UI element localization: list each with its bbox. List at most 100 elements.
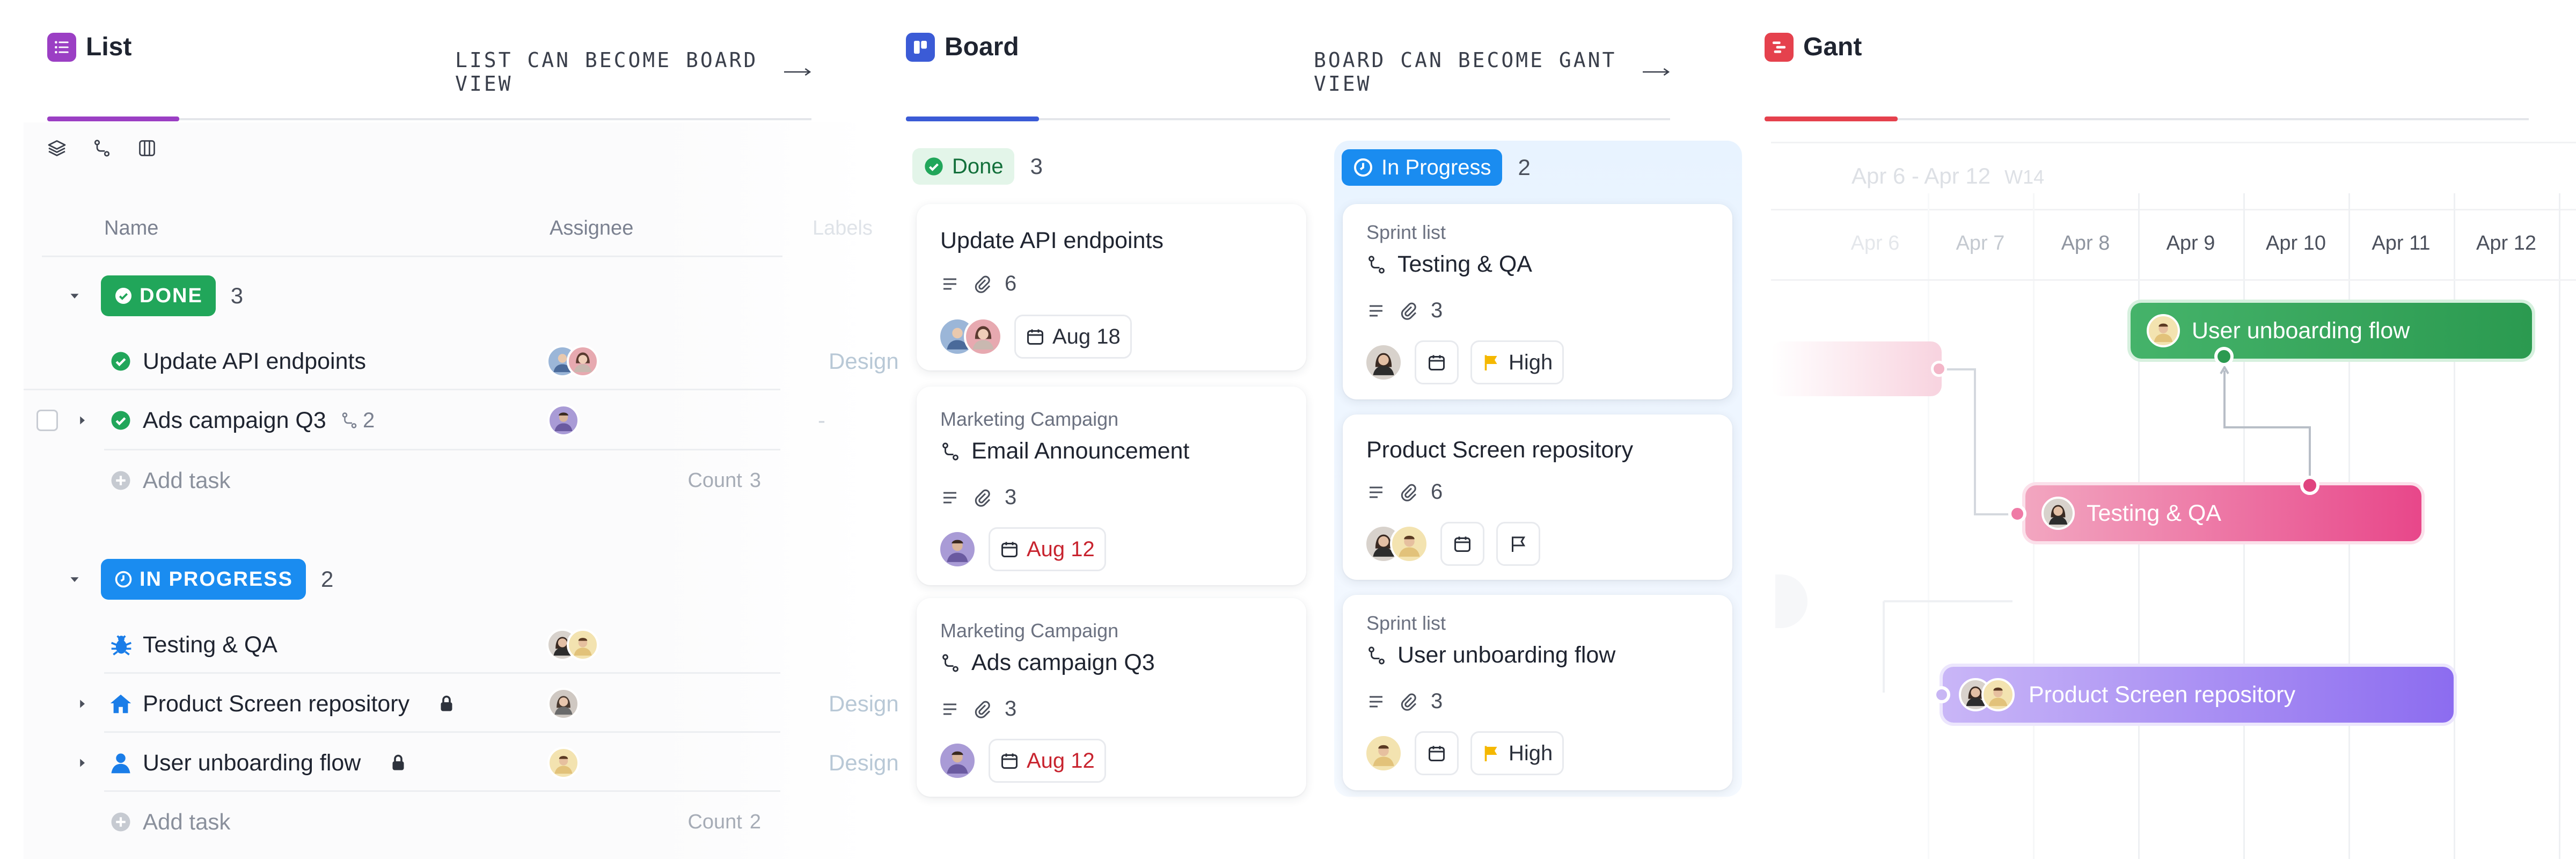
group-header-in-progress[interactable]: IN PROGRESS 2 — [67, 550, 333, 609]
table-row[interactable]: Ads campaign Q3 2 - — [24, 391, 872, 450]
column-header-assignee[interactable]: Assignee — [550, 217, 633, 240]
row-checkbox[interactable] — [36, 410, 58, 431]
due-date-pill[interactable]: Aug 12 — [989, 527, 1106, 571]
card-title[interactable]: Email Announcement — [940, 438, 1189, 464]
task-name[interactable]: Testing & QA — [143, 632, 277, 658]
due-date-pill[interactable]: Aug 12 — [989, 739, 1106, 783]
priority-pill[interactable]: High — [1470, 731, 1564, 775]
task-name[interactable]: Update API endpoints — [143, 348, 366, 375]
board-card[interactable]: Marketing Campaign Email Announcement 3 … — [917, 387, 1306, 585]
card-title[interactable]: User unboarding flow — [1366, 642, 1615, 668]
gantt-bar-label: Product Screen repository — [2029, 681, 2296, 708]
task-name[interactable]: Product Screen repository — [143, 691, 409, 717]
chevron-right-icon[interactable] — [74, 412, 90, 428]
dependency-dot[interactable] — [2214, 347, 2234, 366]
card-title[interactable]: Testing & QA — [1366, 251, 1532, 278]
priority-button[interactable] — [1496, 522, 1540, 566]
check-circle-icon — [925, 157, 943, 176]
task-label: Design — [829, 750, 899, 775]
status-badge-done[interactable]: Done — [912, 148, 1014, 185]
assignee-avatars[interactable] — [546, 345, 599, 377]
status-badge-in-progress[interactable]: In Progress — [1342, 149, 1502, 186]
add-task-row[interactable]: Add task Count 3 — [24, 451, 780, 510]
layers-icon[interactable] — [47, 139, 67, 158]
board-card[interactable]: Sprint list User unboarding flow 3 High — [1343, 595, 1732, 790]
subtask-count[interactable]: 2 — [340, 409, 375, 433]
date-button[interactable] — [1440, 522, 1484, 566]
list-panel: Name Assignee Labels DONE 3 Update API e… — [24, 122, 899, 859]
card-footer: Aug 12 — [938, 739, 1106, 783]
date-button[interactable] — [1415, 731, 1459, 775]
columns-icon[interactable] — [137, 139, 157, 158]
row-divider — [104, 731, 780, 733]
status-badge-done[interactable]: DONE — [101, 275, 216, 316]
card-title[interactable]: Update API endpoints — [940, 228, 1163, 254]
due-date-pill[interactable]: Aug 18 — [1014, 315, 1132, 359]
assignee-avatars[interactable] — [1364, 525, 1429, 563]
chevron-down-icon[interactable] — [67, 571, 83, 587]
board-card[interactable]: Product Screen repository 6 — [1343, 414, 1732, 580]
gantt-bar[interactable]: User unboarding flow — [2131, 303, 2532, 359]
gantt-bar[interactable]: Testing & QA — [2025, 485, 2421, 541]
column-header-name[interactable]: Name — [104, 217, 158, 240]
attachment-count: 3 — [1431, 689, 1443, 713]
chevron-right-icon[interactable] — [74, 696, 90, 712]
task-name[interactable]: User unboarding flow — [143, 750, 361, 776]
gantt-bar[interactable]: Product Screen repository — [1943, 667, 2454, 723]
priority-pill[interactable]: High — [1470, 340, 1564, 384]
group-header-done[interactable]: DONE 3 — [67, 266, 243, 325]
gant-header: Gant — [1765, 32, 2529, 121]
dependency-dot[interactable] — [2008, 505, 2026, 523]
add-task-label[interactable]: Add task — [143, 468, 230, 493]
card-title[interactable]: Product Screen repository — [1366, 437, 1633, 463]
dependency-dot[interactable] — [2300, 476, 2319, 495]
add-task-label[interactable]: Add task — [143, 809, 230, 835]
priority-label: High — [1509, 741, 1553, 765]
column-header-labels[interactable]: Labels — [813, 217, 873, 240]
table-row[interactable]: User unboarding flow Design — [24, 733, 899, 792]
board-card[interactable]: Sprint list Testing & QA 3 High — [1343, 204, 1732, 399]
attachment-icon — [975, 489, 991, 507]
avatar[interactable] — [547, 688, 580, 720]
assignee-avatars[interactable] — [546, 629, 599, 661]
subtask-icon[interactable] — [92, 139, 112, 158]
attachment-icon — [975, 275, 991, 293]
table-row[interactable]: Update API endpoints Design — [24, 332, 899, 391]
table-row[interactable]: Testing & QA — [24, 615, 872, 674]
avatar[interactable] — [1364, 734, 1403, 773]
avatar[interactable] — [938, 530, 977, 569]
chevron-down-icon[interactable] — [67, 288, 83, 304]
list-hint-text: LIST CAN BECOME BOARD VIEW — [455, 48, 758, 96]
gantt-day-label: Apr 10 — [2266, 232, 2326, 254]
list-header: List LIST CAN BECOME BOARD VIEW — [47, 32, 811, 121]
card-title[interactable]: Ads campaign Q3 — [940, 650, 1155, 676]
table-row[interactable]: Product Screen repository Design — [24, 674, 899, 733]
board-title[interactable]: Board — [906, 32, 1019, 62]
attachment-icon — [1401, 302, 1417, 320]
card-meta: 3 — [1366, 299, 1443, 323]
assignee-avatars[interactable] — [938, 317, 1002, 356]
column-header: Done 3 — [912, 148, 1043, 185]
avatar[interactable] — [547, 747, 580, 779]
date-button[interactable] — [1415, 340, 1459, 384]
list-title[interactable]: List — [47, 32, 131, 62]
subtask-icon — [342, 412, 357, 428]
card-footer — [1364, 522, 1540, 566]
row-divider — [104, 672, 780, 674]
board-card[interactable]: Marketing Campaign Ads campaign Q3 3 Aug… — [917, 598, 1306, 797]
gant-title[interactable]: Gant — [1765, 32, 1862, 62]
chevron-right-icon[interactable] — [74, 755, 90, 771]
gantt-day-label: Apr 8 — [2061, 232, 2110, 254]
avatar[interactable] — [547, 404, 580, 436]
week-number: W14 — [2004, 166, 2045, 188]
avatar[interactable] — [938, 741, 977, 780]
card-meta: 6 — [940, 272, 1016, 296]
status-badge-in-progress[interactable]: IN PROGRESS — [101, 559, 306, 600]
gant-tab-indicator — [1765, 117, 1898, 121]
board-card[interactable]: Update API endpoints 6 Aug 18 — [917, 204, 1306, 370]
calendar-icon — [1429, 746, 1445, 761]
avatar — [2147, 314, 2180, 347]
add-task-row[interactable]: Add task Count 2 — [24, 792, 780, 851]
task-name[interactable]: Ads campaign Q3 — [143, 407, 326, 434]
avatar[interactable] — [1364, 343, 1403, 382]
